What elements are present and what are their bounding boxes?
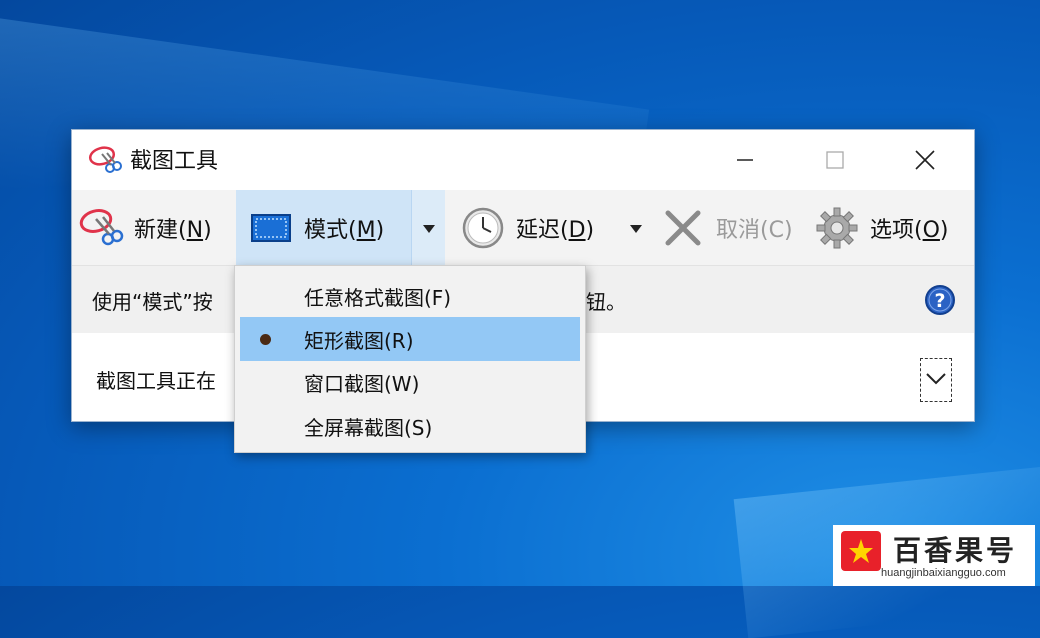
svg-text:?: ?	[934, 290, 945, 312]
caret-down-icon	[629, 215, 643, 240]
expand-button[interactable]	[920, 358, 952, 402]
mode-dropdown-menu: 任意格式截图(F) 矩形截图(R) 窗口截图(W) 全屏幕截图(S)	[234, 265, 586, 453]
chevron-down-icon	[925, 371, 947, 390]
status-text: 截图工具正在	[96, 369, 216, 393]
gear-icon	[814, 205, 860, 251]
new-button[interactable]: 新建(N)	[78, 190, 212, 265]
mode-dropdown-button[interactable]	[411, 190, 445, 265]
snipping-scissors-icon	[88, 144, 122, 176]
clock-icon	[460, 205, 506, 251]
help-icon[interactable]: ?	[924, 284, 956, 316]
info-text-tail: 钮。	[586, 290, 626, 314]
close-button[interactable]	[880, 136, 970, 184]
rectangle-mode-icon	[248, 205, 294, 251]
window-title: 截图工具	[130, 149, 219, 174]
x-icon	[660, 205, 706, 251]
minimize-button[interactable]	[700, 136, 790, 184]
mode-label: 模式(M)	[304, 217, 385, 243]
cancel-button[interactable]: 取消(C)	[660, 190, 793, 265]
caret-down-icon	[422, 215, 436, 240]
maximize-button[interactable]	[790, 136, 880, 184]
new-label: 新建(N)	[134, 217, 212, 243]
cancel-label: 取消(C)	[716, 217, 793, 243]
mode-button[interactable]: 模式(M)	[236, 190, 411, 265]
delay-label: 延迟(D)	[516, 217, 595, 243]
radio-bullet-icon	[260, 333, 271, 345]
menu-item-free-form[interactable]: 任意格式截图(F)	[240, 274, 580, 318]
title-bar: 截图工具	[72, 130, 974, 190]
watermark: 百香果号 huangjinbaixiangguo.com	[833, 525, 1035, 586]
star-logo-icon	[841, 531, 881, 571]
menu-item-rectangle[interactable]: 矩形截图(R)	[240, 317, 580, 361]
snipping-scissors-icon	[78, 205, 124, 251]
delay-dropdown-button[interactable]	[622, 190, 650, 265]
menu-item-fullscreen[interactable]: 全屏幕截图(S)	[240, 404, 580, 448]
watermark-url: huangjinbaixiangguo.com	[881, 567, 1006, 579]
options-button[interactable]: 选项(O)	[814, 190, 949, 265]
options-label: 选项(O)	[870, 217, 949, 243]
menu-item-window[interactable]: 窗口截图(W)	[240, 360, 580, 404]
toolbar: 新建(N) 模式(M) 延迟(D) 取消(C) 选项(O)	[72, 190, 974, 265]
info-text: 使用“模式”按	[92, 290, 213, 314]
watermark-title: 百香果号	[893, 534, 1018, 567]
delay-button[interactable]: 延迟(D)	[460, 190, 594, 265]
